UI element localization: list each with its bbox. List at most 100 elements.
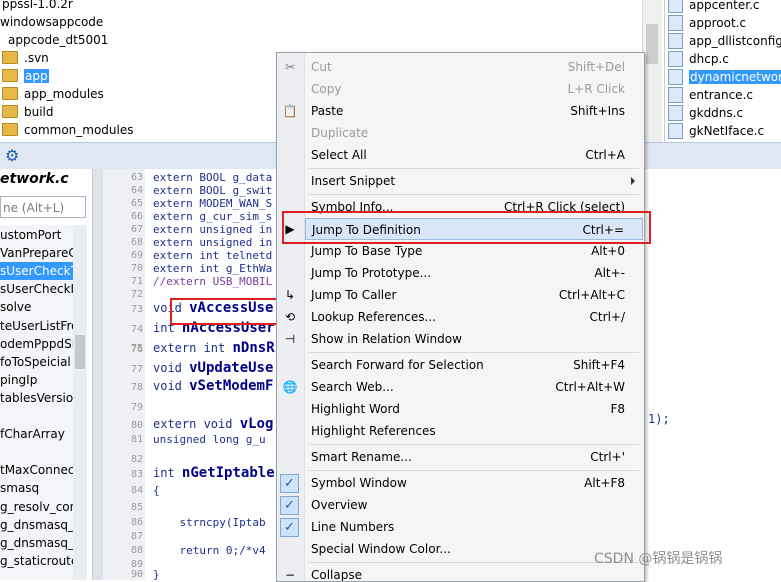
menu-item-insert-snippet[interactable]: Insert Snippet: [305, 170, 643, 192]
symbol-item[interactable]: ustomPort: [0, 226, 73, 244]
tree-item[interactable]: build: [2, 103, 54, 121]
code-function-name[interactable]: nGetIptable: [182, 465, 275, 481]
c-file-icon: [668, 104, 683, 121]
file-item[interactable]: appcenter.c: [665, 0, 760, 14]
symbol-item[interactable]: g_staticroute: [0, 552, 73, 570]
line-number: 71: [130, 276, 143, 287]
menu-item-copy[interactable]: Copy L+R Click: [305, 78, 643, 100]
menu-separator: [309, 168, 639, 169]
symbol-item[interactable]: g_resolv_con: [0, 498, 73, 516]
code-line: strncpy(Iptab: [153, 516, 266, 529]
tree-item[interactable]: app: [2, 67, 49, 85]
menu-item-jump-to-prototype[interactable]: Jump To Prototype... Alt+-: [305, 262, 643, 284]
tree-item-label: app_modules: [24, 87, 104, 101]
code-keyword: extern void: [153, 417, 240, 431]
file-item-label: gkNetIface.c: [689, 124, 765, 138]
file-item[interactable]: dhcp.c: [665, 50, 729, 68]
symbol-scrollbar[interactable]: [73, 225, 87, 580]
file-item[interactable]: dynamicnetwork: [665, 68, 781, 86]
line-number: 86: [130, 517, 143, 528]
tree-item[interactable]: common_modules: [2, 121, 134, 139]
line-number: 79: [130, 402, 143, 413]
tree-item-label: .svn: [24, 51, 49, 65]
tree-scroll-thumb[interactable]: [646, 24, 658, 64]
menu-item-shortcut: Ctrl+Alt+C: [558, 288, 625, 302]
line-number: 83: [130, 469, 143, 480]
line-number: 72: [130, 289, 143, 300]
menu-item-show-in-relation-window[interactable]: Show in Relation Window: [305, 328, 643, 350]
line-number: 67: [130, 224, 143, 235]
symbol-item[interactable]: VanPrepareC: [0, 244, 73, 262]
symbol-item[interactable]: pingIp: [0, 371, 73, 389]
symbol-item[interactable]: odemPppdSi: [0, 335, 73, 353]
tree-item-label: app: [24, 69, 49, 83]
code-line: extern g_cur_sim_s: [153, 210, 273, 223]
relation-icon: ⊣: [284, 332, 296, 346]
tree-item[interactable]: windowsappcode: [0, 13, 103, 31]
tree-item-label: build: [24, 105, 54, 119]
symbol-search-input[interactable]: ne (Alt+L): [0, 196, 86, 218]
tree-scrollbar[interactable]: [642, 0, 662, 142]
tree-item[interactable]: app_modules: [2, 85, 104, 103]
symbol-item[interactable]: solve: [0, 298, 73, 316]
code-function-name[interactable]: nDnsR: [232, 340, 274, 356]
file-item[interactable]: approot.c: [665, 14, 746, 32]
line-number: 78: [130, 382, 143, 393]
symbol-item[interactable]: foToSpeicial: [0, 353, 73, 371]
menu-item-smart-rename[interactable]: Smart Rename... Ctrl+': [305, 446, 643, 468]
symbol-scroll-thumb[interactable]: [75, 335, 85, 369]
symbol-item[interactable]: g_dnsmasq_r: [0, 516, 73, 534]
line-number: 87: [130, 531, 143, 542]
folder-icon: [2, 69, 18, 82]
menu-item-line-numbers[interactable]: Line Numbers: [305, 516, 643, 538]
file-item[interactable]: gkddns.c: [665, 104, 743, 122]
menu-item-highlight-references[interactable]: Highlight References: [305, 420, 643, 442]
gear-icon[interactable]: ⚙: [5, 147, 19, 165]
symbol-item[interactable]: tMaxConnec: [0, 461, 73, 479]
menu-item-jump-to-caller[interactable]: Jump To Caller Ctrl+Alt+C: [305, 284, 643, 306]
code-function-name[interactable]: vLog: [240, 416, 274, 432]
menu-item-lookup-references[interactable]: Lookup References... Ctrl+/: [305, 306, 643, 328]
menu-item-symbol-window[interactable]: Symbol Window Alt+F8: [305, 472, 643, 494]
symbol-item[interactable]: [0, 407, 73, 425]
line-number: 68: [130, 237, 143, 248]
code-function-name[interactable]: vUpdateUse: [189, 360, 273, 376]
symbol-item[interactable]: sUserCheckI: [0, 280, 73, 298]
symbol-item[interactable]: sUserCheckT: [0, 262, 73, 281]
caller-icon: ↳: [284, 288, 296, 302]
menu-item-label: Symbol Window: [311, 476, 407, 490]
file-item[interactable]: app_dllistconfig: [665, 32, 781, 50]
menu-item-label: Copy: [311, 82, 342, 96]
file-item-label: entrance.c: [689, 88, 753, 102]
file-item-label: gkddns.c: [689, 106, 744, 120]
tree-item-label: common_modules: [24, 123, 134, 137]
menu-item-cut[interactable]: Cut Shift+Del: [305, 56, 643, 78]
symbol-item[interactable]: tablesVersio: [0, 389, 73, 407]
menu-item-duplicate[interactable]: Duplicate: [305, 122, 643, 144]
tree-item[interactable]: ppssl-1.0.2r: [2, 0, 73, 13]
tree-item[interactable]: .svn: [2, 49, 49, 67]
menu-item-label: Lookup References...: [311, 310, 436, 324]
file-item[interactable]: gkNetIface.c: [665, 122, 764, 140]
code-line: }: [153, 568, 160, 580]
menu-item-overview[interactable]: Overview: [305, 494, 643, 516]
file-list: appcenter.c approot.c app_dllistconfig dhcp…: [664, 0, 781, 142]
checkmark-icon: ✓: [280, 496, 299, 515]
symbol-item[interactable]: teUserListFro: [0, 317, 73, 335]
menu-item-search-forward-for-selection[interactable]: Search Forward for Selection Shift+F4: [305, 354, 643, 376]
menu-item-highlight-word[interactable]: Highlight Word F8: [305, 398, 643, 420]
symbol-item[interactable]: g_dnsmasq_c: [0, 534, 73, 552]
symbol-item[interactable]: smasq: [0, 479, 73, 497]
code-function-name[interactable]: vSetModemF: [189, 378, 273, 394]
line-number: 84: [130, 485, 143, 496]
tree-item[interactable]: appcode_dt5001: [8, 31, 108, 49]
file-item[interactable]: entrance.c: [665, 86, 753, 104]
symbol-item[interactable]: fCharArray: [0, 425, 73, 443]
symbol-item[interactable]: [0, 443, 73, 461]
menu-item-select-all[interactable]: Select All Ctrl+A: [305, 144, 643, 166]
menu-item-special-window-color[interactable]: Special Window Color...: [305, 538, 643, 560]
menu-item-search-web[interactable]: Search Web... Ctrl+Alt+W: [305, 376, 643, 398]
menu-item-collapse[interactable]: Collapse: [305, 564, 643, 581]
menu-item-shortcut: Shift+Del: [567, 60, 625, 74]
menu-item-paste[interactable]: Paste Shift+Ins: [305, 100, 643, 122]
